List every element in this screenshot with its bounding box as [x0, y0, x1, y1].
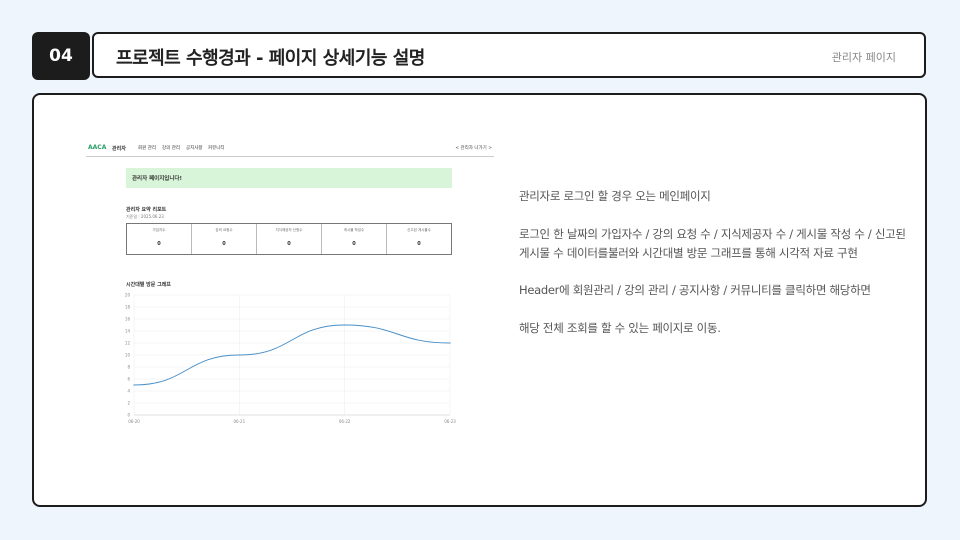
- graph-title: 시간대별 방문 그래프: [126, 282, 171, 288]
- summary-box: 가입자수 0 강의 요청수 0 지식제공자 신청수 0 게시물 작성수 0 신고된 게시…: [126, 223, 452, 255]
- description-line: 관리자로 로그인 할 경우 오는 메인페이지: [519, 189, 711, 203]
- summary-label: 신고된 게시물수: [407, 228, 431, 232]
- greeting-banner: 관리자 페이지입니다!: [126, 168, 452, 188]
- data-point: [133, 384, 135, 386]
- summary-label: 게시물 작성수: [343, 228, 365, 232]
- admin-exit-link[interactable]: < 관리자 나가기 >: [455, 145, 492, 151]
- nav-notice[interactable]: 공지사항: [186, 145, 203, 151]
- data-point: [449, 342, 451, 344]
- summary-value: 0: [417, 241, 421, 247]
- admin-page-screenshot: AACA 관리자 회원 관리 강의 관리 공지사항 커뮤니티 < 관리자 나가기…: [86, 141, 496, 431]
- content-panel: AACA 관리자 회원 관리 강의 관리 공지사항 커뮤니티 < 관리자 나가기…: [32, 93, 927, 507]
- x-tick-label: 06-21: [234, 419, 246, 424]
- summary-label: 가입자수: [152, 228, 166, 232]
- y-tick-label: 8: [127, 365, 130, 370]
- summary-cell: 지식제공자 신청수 0: [256, 224, 321, 254]
- summary-cell: 게시물 작성수 0: [321, 224, 386, 254]
- summary-title: 관리자 요약 리포트: [126, 207, 167, 213]
- admin-brand: 관리자: [112, 146, 126, 152]
- summary-value: 0: [352, 241, 356, 247]
- x-tick-label: 06-22: [339, 419, 351, 424]
- page-subtitle: 관리자 페이지: [831, 51, 896, 64]
- description-line: Header에 회원관리 / 강의 관리 / 공지사항 / 커뮤니티를 클릭하면…: [519, 283, 871, 297]
- summary-cell: 신고된 게시물수 0: [386, 224, 451, 254]
- data-point: [238, 354, 240, 356]
- section-number-badge: 04: [32, 32, 90, 80]
- x-tick-label: 06-23: [444, 419, 456, 424]
- summary-value: 0: [222, 241, 226, 247]
- description-line: 게시물 수 데이터를불러와 시간대별 방문 그래프를 통해 시각적 자료 구현: [519, 246, 858, 260]
- title-bar: 프로젝트 수행경과 - 페이지 상세기능 설명 관리자 페이지: [92, 32, 926, 78]
- page-title: 프로젝트 수행경과 - 페이지 상세기능 설명: [116, 48, 425, 69]
- visit-line-chart: 0 2 4 6 8 10 12 14 16 18 20 06-20 06-21 06-22 06-23: [125, 293, 456, 425]
- nav-member-management[interactable]: 회원 관리: [138, 145, 156, 151]
- y-tick-label: 18: [125, 305, 131, 310]
- summary-label: 강의 요청수: [215, 228, 233, 232]
- x-tick-label: 06-20: [128, 419, 140, 424]
- nav-community[interactable]: 커뮤니티: [208, 145, 225, 151]
- y-tick-label: 2: [127, 401, 130, 406]
- summary-value: 0: [157, 241, 161, 247]
- y-tick-label: 20: [125, 293, 131, 298]
- summary-cell: 강의 요청수 0: [191, 224, 256, 254]
- nav-lecture-management[interactable]: 강의 관리: [162, 145, 180, 151]
- description-line: 로그인 한 날짜의 가입자수 / 강의 요청 수 / 지식제공자 수 / 게시물…: [519, 227, 906, 241]
- section-number: 04: [49, 46, 73, 66]
- y-tick-label: 16: [125, 317, 131, 322]
- y-tick-label: 14: [125, 329, 131, 334]
- summary-cell: 가입자수 0: [127, 224, 191, 254]
- y-tick-label: 6: [127, 377, 130, 382]
- y-tick-label: 12: [125, 341, 131, 346]
- summary-date: 기준일 : 2025.06.23: [126, 214, 164, 219]
- y-tick-label: 4: [127, 389, 130, 394]
- admin-navbar: AACA 관리자 회원 관리 강의 관리 공지사항 커뮤니티 < 관리자 나가기…: [86, 141, 494, 157]
- y-tick-label: 0: [127, 413, 130, 418]
- y-tick-label: 10: [125, 353, 131, 358]
- summary-label: 지식제공자 신청수: [275, 228, 303, 232]
- data-point: [344, 324, 346, 326]
- summary-value: 0: [287, 241, 291, 247]
- logo[interactable]: AACA: [88, 144, 106, 151]
- description-line: 해당 전체 조회를 할 수 있는 페이지로 이동.: [519, 321, 721, 335]
